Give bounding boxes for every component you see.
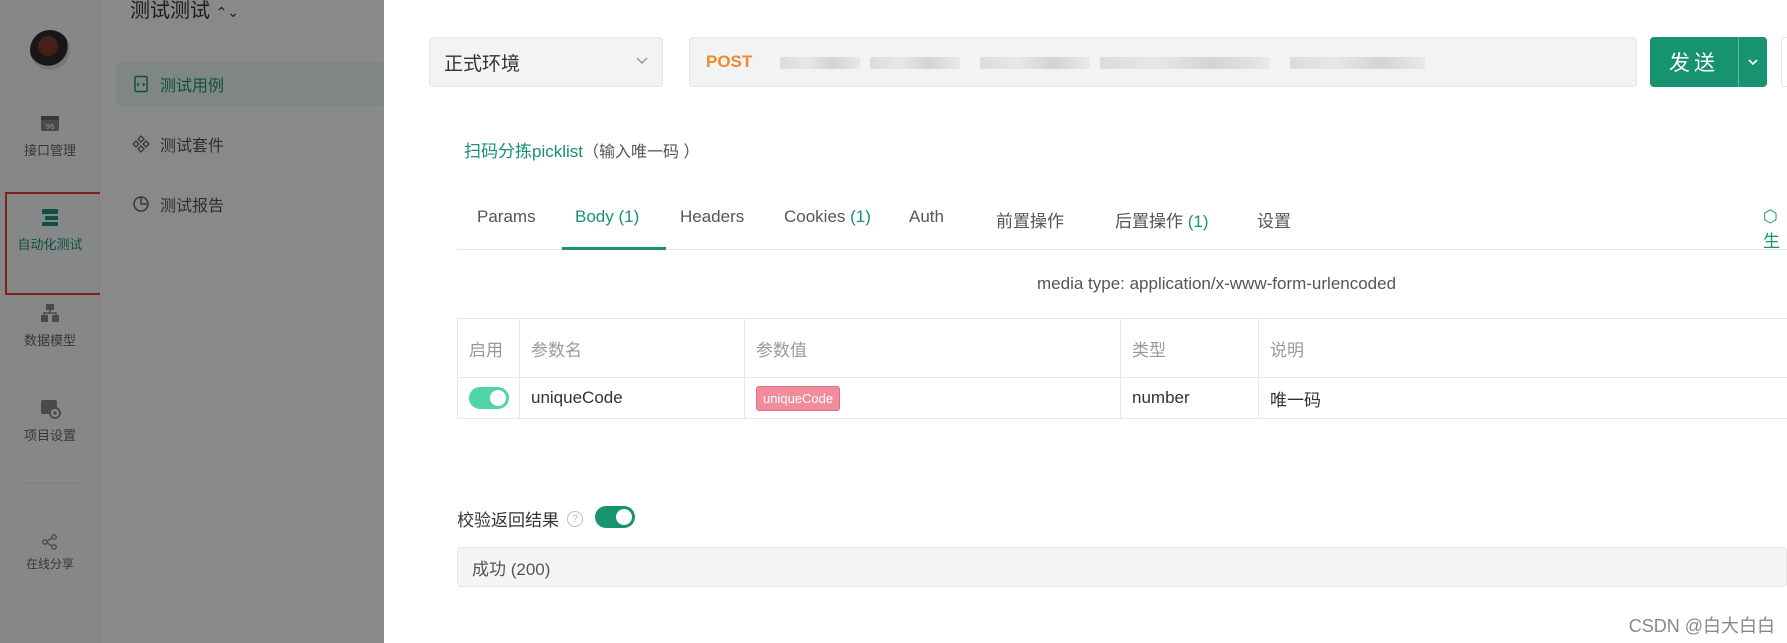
send-options-button[interactable] [1739,56,1767,68]
active-tab-indicator [562,247,666,250]
test-case-drawer: 正式环境 POST 发送 扫码分拣picklist（输入唯一码 ） Params… [384,0,1787,643]
subnav-item-test-cases[interactable]: 测试用例 [116,62,384,106]
cube-icon: ⬡ [1763,207,1778,226]
request-tabs: Params Body (1) Headers Cookies (1) Auth… [457,190,1787,252]
tab-headers[interactable]: Headers [680,207,744,227]
test-case-icon [134,75,148,93]
sidebar-item-label: 接口管理 [23,143,76,158]
main-sidebar: 96 接口管理 自动化测试 数据模型 项目设置 在线分享 [0,0,100,643]
enable-toggle[interactable] [469,387,509,409]
column-header: 说明 [1270,340,1304,360]
more-button[interactable] [1781,37,1787,87]
test-report-icon [133,196,149,212]
http-method[interactable]: POST [706,52,752,72]
params-table: 启用 参数名 参数值 类型 说明 uniqueCode uniqueCode n… [457,318,1787,419]
sidebar-divider [20,483,80,484]
tab-body[interactable]: Body (1) [575,207,639,227]
redacted-url [1100,57,1270,69]
environment-select[interactable]: 正式环境 [429,37,663,87]
highlight-box [5,192,106,295]
sidebar-item-data-model[interactable]: 数据模型 [0,302,100,349]
share-online-button[interactable]: 在线分享 [0,533,100,572]
automation-subnav: 测试测试 ⌃⌄ 测试用例 测试套件 测试报告 [100,0,384,643]
param-name[interactable]: uniqueCode [520,378,745,418]
tab-cookies[interactable]: Cookies (1) [784,207,871,227]
chevron-down-icon [636,57,648,64]
media-type-label: media type: application/x-www-form-urlen… [1037,274,1397,293]
url-input[interactable]: POST [689,37,1637,87]
api-box-icon: 96 [41,116,59,131]
subnav-item-test-reports[interactable]: 测试报告 [116,182,384,226]
param-description[interactable]: 唯一码 [1259,378,1787,418]
column-header: 类型 [1121,319,1259,377]
case-description: （输入唯一码 ） [583,144,700,161]
project-title[interactable]: 测试测试 ⌃⌄ [130,0,239,23]
sidebar-item-label: 数据模型 [23,333,76,348]
generate-code-button[interactable]: ⬡ 生 [1763,207,1787,252]
sidebar-item-api[interactable]: 96 接口管理 [0,112,100,159]
generate-code-label: 生 [1763,232,1780,251]
avatar[interactable] [30,30,70,70]
case-name[interactable]: 扫码分拣picklist [464,142,583,161]
table-row: uniqueCode uniqueCode number 唯一码 [458,377,1787,418]
tab-post-processors[interactable]: 后置操作 (1) [1115,207,1209,232]
tab-settings[interactable]: 设置 [1257,207,1291,232]
toggle-knob [616,509,632,525]
share-icon [42,534,57,550]
tab-params[interactable]: Params [477,207,536,227]
column-header: 参数值 [745,319,1121,377]
sidebar-item-label: 项目设置 [23,428,76,443]
validate-response-label: 校验返回结果 ? [457,506,583,531]
param-type[interactable]: number [1121,378,1259,418]
toggle-track [595,506,635,528]
validate-response-toggle[interactable] [595,506,635,528]
send-label: 发送 [1669,52,1719,75]
subnav-item-test-suites[interactable]: 测试套件 [116,122,384,166]
table-header: 启用 参数名 参数值 类型 说明 [458,319,1787,377]
chevron-down-icon [1748,59,1758,66]
param-value-cell[interactable]: uniqueCode [745,378,1121,418]
enable-cell [458,378,520,418]
redacted-url [1290,57,1425,69]
send-button[interactable]: 发送 [1650,37,1767,87]
tab-auth[interactable]: Auth [909,207,944,227]
data-model-icon [41,304,59,322]
left-panel: 96 接口管理 自动化测试 数据模型 项目设置 在线分享 测试测试 ⌃⌄ 测试用… [0,0,384,643]
redacted-url [870,57,960,69]
test-suite-icon [132,135,150,153]
tab-pre-processors[interactable]: 前置操作 [996,207,1064,232]
subnav-item-label: 测试用例 [160,78,225,95]
share-label: 在线分享 [25,557,74,571]
sidebar-item-project-settings[interactable]: 项目设置 [0,397,100,444]
expected-response-select[interactable]: 成功 (200) [457,547,1787,587]
svg-text:96: 96 [46,123,55,131]
column-header: 启用 [458,319,520,377]
column-header: 参数名 [520,319,745,377]
subnav-item-label: 测试套件 [160,138,225,155]
redacted-url [980,57,1090,69]
project-settings-icon [41,400,61,419]
redacted-url [780,57,860,69]
sort-icon: ⌃⌄ [215,4,240,20]
subnav-item-label: 测试报告 [160,198,225,215]
help-icon[interactable]: ? [567,510,583,527]
toggle-knob [490,390,506,406]
watermark: CSDN @白大白白 [1628,616,1775,636]
variable-tag[interactable]: uniqueCode [756,385,841,411]
case-title: 扫码分拣picklist（输入唯一码 ） [464,137,699,162]
environment-value: 正式环境 [444,53,521,75]
